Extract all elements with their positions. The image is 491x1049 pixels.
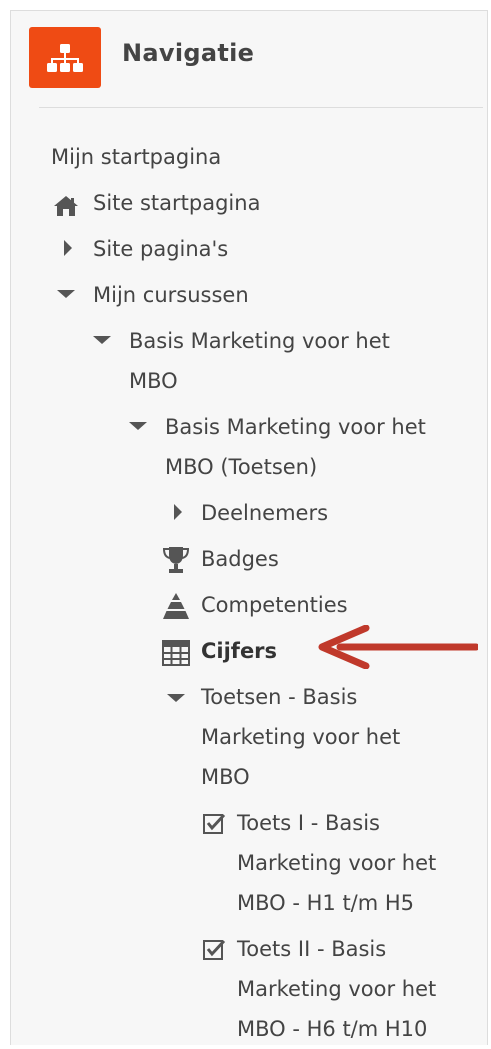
nav-item-label[interactable]: Site pagina's [93, 229, 228, 269]
nav-item-label-line2[interactable]: MBO [129, 361, 178, 401]
nav-item-label-line3[interactable]: MBO [201, 757, 250, 797]
nav-item-course[interactable]: Basis Marketing voor het [129, 321, 390, 361]
nav-item-label-line3[interactable]: MBO - H1 t/m H5 [237, 883, 414, 923]
trophy-icon [159, 543, 193, 577]
nav-item-toetsen[interactable]: Toetsen - Basis [201, 677, 357, 717]
nav-item-toetsen-line3[interactable]: MBO [201, 757, 250, 797]
nav-item-label[interactable]: Mijn cursussen [93, 275, 249, 315]
nav-item-label[interactable]: Cijfers [201, 631, 277, 671]
nav-item-toets2-line2[interactable]: Marketing voor het [237, 969, 436, 1009]
checkbox-checked-icon [201, 811, 227, 837]
header-divider [39, 107, 483, 108]
nav-item-toets1[interactable]: Toets I - Basis [237, 803, 380, 843]
nav-item-label-line2[interactable]: MBO (Toetsen) [165, 447, 317, 487]
nav-item-label-line1[interactable]: Basis Marketing voor het [129, 321, 390, 361]
block-header: Navigatie [29, 27, 487, 107]
checkbox-checked-icon [201, 937, 227, 963]
annotation-arrow [318, 624, 480, 673]
chevron-right-icon[interactable] [61, 237, 75, 259]
nav-item-label-line1[interactable]: Toetsen - Basis [201, 677, 357, 717]
nav-item-toets1-line2[interactable]: Marketing voor het [237, 843, 436, 883]
nav-item-toets2-line3[interactable]: MBO - H6 t/m H10 [237, 1009, 427, 1049]
chevron-down-icon[interactable] [165, 691, 187, 705]
nav-item-toetsen-line2[interactable]: Marketing voor het [201, 717, 400, 757]
pyramid-icon [159, 589, 193, 623]
nav-item-course-section-line2[interactable]: MBO (Toetsen) [165, 447, 317, 487]
chevron-right-icon[interactable] [171, 501, 185, 523]
chevron-down-icon[interactable] [55, 287, 77, 301]
nav-item-label[interactable]: Deelnemers [201, 493, 328, 533]
nav-item-label-line1[interactable]: Toets II - Basis [237, 929, 386, 969]
nav-item-mijn-startpagina[interactable]: Mijn startpagina [51, 137, 221, 177]
nav-item-course-section[interactable]: Basis Marketing voor het [165, 407, 426, 447]
home-icon [51, 191, 81, 221]
nav-item-mijn-cursussen[interactable]: Mijn cursussen [93, 275, 249, 315]
sitemap-icon [29, 27, 101, 88]
nav-item-label-line2[interactable]: Marketing voor het [237, 843, 436, 883]
nav-item-label[interactable]: Site startpagina [93, 183, 260, 223]
nav-item-label-line3[interactable]: MBO - H6 t/m H10 [237, 1009, 427, 1049]
nav-item-label[interactable]: Mijn startpagina [51, 137, 221, 177]
block-title: Navigatie [122, 39, 255, 67]
chevron-down-icon[interactable] [91, 333, 113, 347]
nav-item-badges[interactable]: Badges [201, 539, 279, 579]
nav-item-label-line1[interactable]: Basis Marketing voor het [165, 407, 426, 447]
navigation-block: Navigatie Mijn startpagina Site startpag… [10, 10, 488, 1045]
nav-item-label[interactable]: Competenties [201, 585, 348, 625]
nav-item-toets2[interactable]: Toets II - Basis [237, 929, 386, 969]
nav-item-label-line2[interactable]: Marketing voor het [237, 969, 436, 1009]
nav-item-deelnemers[interactable]: Deelnemers [201, 493, 328, 533]
nav-item-competenties[interactable]: Competenties [201, 585, 348, 625]
nav-item-cijfers[interactable]: Cijfers [201, 631, 277, 671]
nav-item-site-paginas[interactable]: Site pagina's [93, 229, 228, 269]
table-grid-icon [159, 636, 193, 670]
nav-item-toets1-line3[interactable]: MBO - H1 t/m H5 [237, 883, 414, 923]
nav-item-label[interactable]: Badges [201, 539, 279, 579]
nav-item-label-line2[interactable]: Marketing voor het [201, 717, 400, 757]
nav-item-label-line1[interactable]: Toets I - Basis [237, 803, 380, 843]
chevron-down-icon[interactable] [127, 419, 149, 433]
nav-item-course-line2[interactable]: MBO [129, 361, 178, 401]
nav-item-site-startpagina[interactable]: Site startpagina [93, 183, 260, 223]
